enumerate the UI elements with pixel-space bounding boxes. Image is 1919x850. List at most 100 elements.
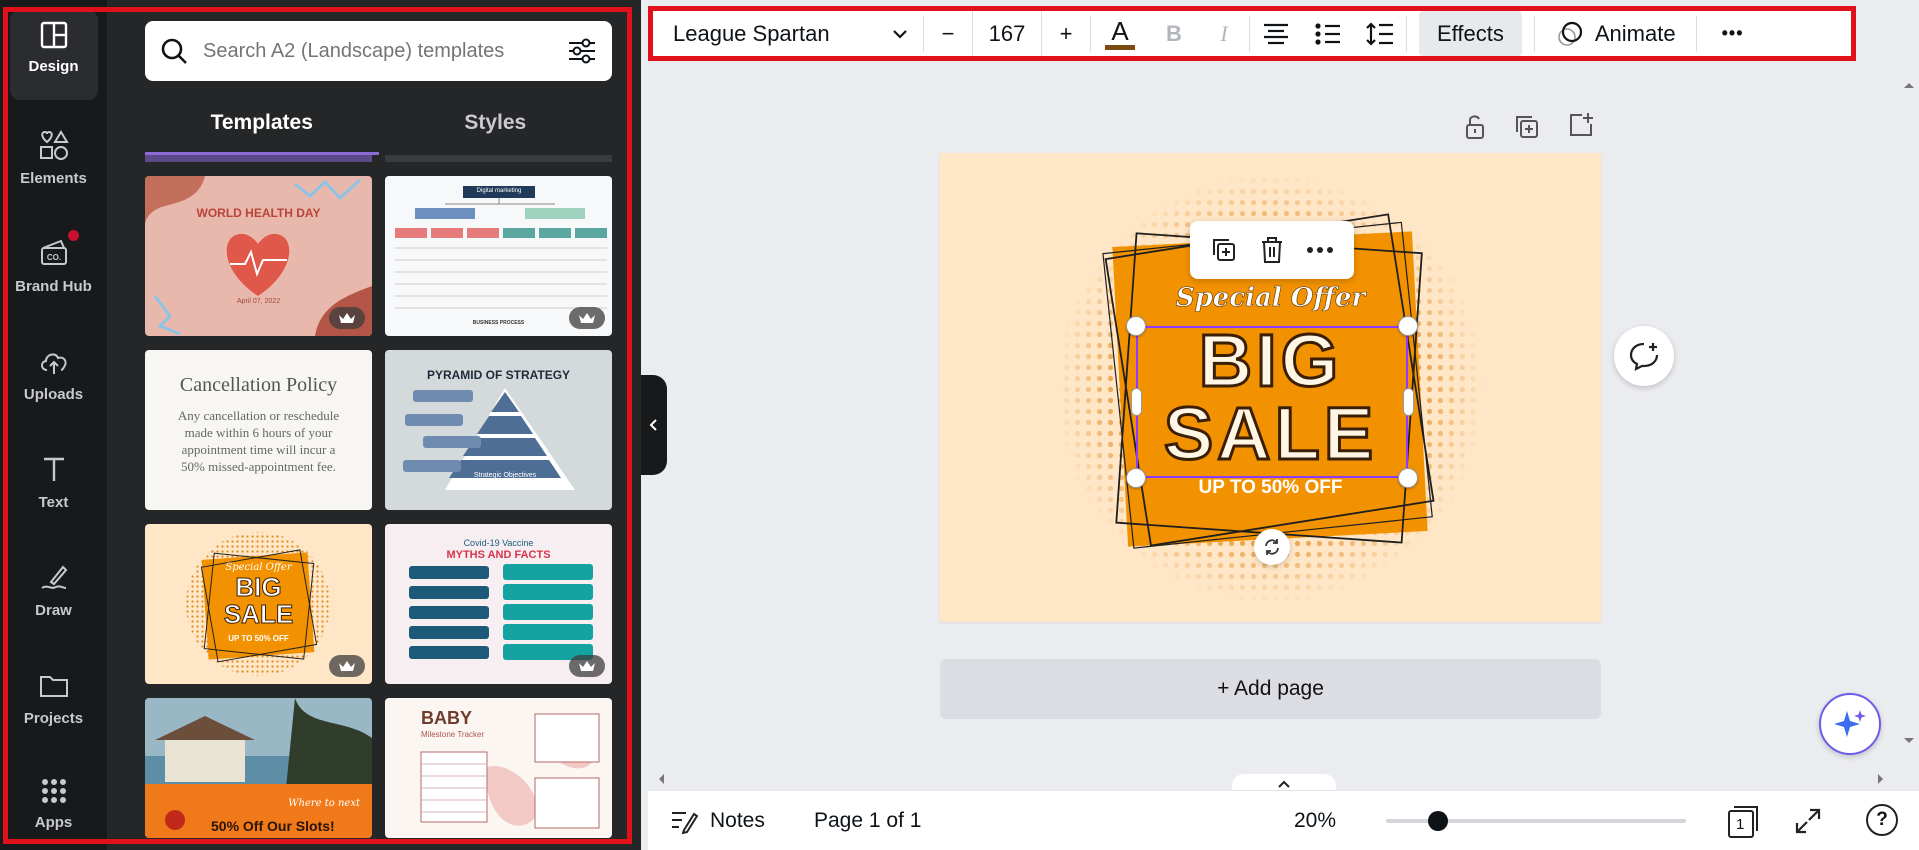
template-search-input[interactable] <box>203 39 566 63</box>
text-toolbar: League Spartan − 167 + A B I Effects Ani… <box>648 6 1856 61</box>
resize-handle-bottom-right[interactable] <box>1398 468 1418 488</box>
templates-panel: Templates Styles WORLD HEALTH DAY April … <box>107 0 641 850</box>
add-comment-button[interactable] <box>1614 326 1674 386</box>
notes-label: Notes <box>710 808 765 832</box>
template-subtitle: Where to next <box>288 798 360 809</box>
premium-crown-badge <box>329 307 365 329</box>
crown-icon <box>339 313 355 323</box>
grid-icon <box>41 779 66 803</box>
rail-label-projects: Projects <box>23 710 84 727</box>
search-icon <box>161 38 187 64</box>
decrease-font-size-button[interactable]: − <box>924 11 972 56</box>
rail-item-brand-hub[interactable]: CO. Brand Hub <box>0 222 107 322</box>
duplicate-page-button[interactable] <box>1512 112 1542 142</box>
rail-item-elements[interactable]: Elements <box>0 114 107 214</box>
text-color-button[interactable]: A <box>1091 11 1149 56</box>
animate-label: Animate <box>1594 20 1676 46</box>
rail-item-text[interactable]: Text <box>0 438 107 538</box>
rail-label-uploads: Uploads <box>23 386 84 403</box>
template-title: BIG SALE <box>223 572 294 629</box>
font-family-dropdown[interactable]: League Spartan <box>653 11 923 56</box>
chevron-up-icon <box>1278 780 1290 788</box>
crown-icon <box>579 661 595 671</box>
duplicate-icon[interactable] <box>1209 235 1239 265</box>
zoom-slider-thumb[interactable] <box>1428 811 1448 831</box>
resize-handle-top-left[interactable] <box>1126 316 1146 336</box>
rail-item-uploads[interactable]: Uploads <box>0 330 107 430</box>
template-subtitle: Milestone Tracker <box>421 730 485 739</box>
discount-text[interactable]: UP TO 50% OFF <box>940 477 1601 499</box>
template-subtitle: April 07, 2022 <box>236 298 281 305</box>
template-tile-pyramid-of-strategy[interactable]: PYRAMID OF STRATEGY Strategic Objectives <box>385 350 612 510</box>
template-thumbnail <box>145 698 372 838</box>
text-icon <box>43 457 64 481</box>
fullscreen-button[interactable] <box>1794 807 1822 841</box>
rail-label-brand-hub: Brand Hub <box>15 278 92 295</box>
template-tile-digital-marketing[interactable]: Digital marketing BUSINESS PROCESS <box>385 176 612 336</box>
rail-label-draw: Draw <box>35 602 72 619</box>
rail-item-design[interactable]: Design <box>0 6 107 106</box>
list-button[interactable] <box>1302 11 1354 56</box>
panel-tabs: Templates Styles <box>145 100 612 155</box>
special-offer-text[interactable]: Special Offer <box>940 283 1601 314</box>
animate-button[interactable]: Animate <box>1535 11 1696 56</box>
unlock-icon <box>1466 115 1484 139</box>
template-tile-baby-milestone[interactable]: BABY Milestone Tracker <box>385 698 612 838</box>
template-tile-beach-sale[interactable]: Where to next 50% Off Our Slots! <box>145 698 372 838</box>
template-title: Digital marketing <box>476 188 522 194</box>
help-button[interactable]: ? <box>1866 804 1898 836</box>
notes-button[interactable]: Notes <box>670 808 765 834</box>
big-text[interactable]: BIG <box>940 321 1601 400</box>
trash-icon[interactable] <box>1258 235 1286 265</box>
chevron-down-icon <box>893 29 907 39</box>
template-tile-cancellation-policy[interactable]: Cancellation Policy Any cancellation or … <box>145 350 372 510</box>
scroll-left-arrow-icon <box>659 774 664 784</box>
template-tag: UP TO 50% OFF <box>228 634 289 643</box>
text-color-label: A <box>1111 15 1129 46</box>
sale-text[interactable]: SALE <box>940 394 1601 473</box>
vertical-scrollbar[interactable] <box>1900 70 1918 790</box>
resize-handle-right[interactable] <box>1403 388 1414 416</box>
italic-button[interactable]: I <box>1199 11 1249 56</box>
chevron-left-icon <box>649 419 657 431</box>
zoom-slider[interactable] <box>1386 811 1686 831</box>
effects-button[interactable]: Effects <box>1419 11 1522 56</box>
resize-handle-left[interactable] <box>1131 388 1142 416</box>
lock-page-button[interactable] <box>1460 112 1490 142</box>
text-align-button[interactable] <box>1250 11 1302 56</box>
page-grid-button[interactable]: 1 <box>1726 803 1760 839</box>
tab-styles[interactable]: Styles <box>379 100 613 155</box>
font-size-input[interactable]: 167 <box>972 11 1042 56</box>
template-search-box[interactable] <box>145 21 612 81</box>
rail-label-text: Text <box>38 494 69 511</box>
template-subtitle: Covid-19 Vaccine <box>463 538 534 548</box>
template-tile-big-sale[interactable]: Special Offer BIG SALE UP TO 50% OFF <box>145 524 372 684</box>
rail-item-apps[interactable]: Apps <box>0 762 107 850</box>
tab-templates[interactable]: Templates <box>145 100 379 155</box>
resize-handle-bottom-left[interactable] <box>1126 468 1146 488</box>
template-tile-world-health-day[interactable]: WORLD HEALTH DAY April 07, 2022 <box>145 176 372 336</box>
page-indicator[interactable]: Page 1 of 1 <box>814 809 921 833</box>
increase-font-size-button[interactable]: + <box>1042 11 1090 56</box>
zoom-level[interactable]: 20% <box>1294 809 1336 833</box>
rail-item-draw[interactable]: Draw <box>0 546 107 646</box>
filter-sliders-icon[interactable] <box>566 35 598 67</box>
more-dots-icon[interactable] <box>1305 245 1335 255</box>
resize-handle-top-right[interactable] <box>1398 316 1418 336</box>
more-options-button[interactable]: ••• <box>1697 11 1769 56</box>
rotate-handle[interactable] <box>1254 529 1290 565</box>
collapse-panel-handle[interactable] <box>641 375 667 475</box>
scroll-down-arrow-icon <box>1904 738 1914 743</box>
animate-icon <box>1558 21 1582 46</box>
rail-item-projects[interactable]: Projects <box>0 654 107 754</box>
add-page-button[interactable]: + Add page <box>940 659 1601 719</box>
template-tile-covid-myths[interactable]: Covid-19 Vaccine MYTHS AND FACTS <box>385 524 612 684</box>
bullet-list-icon <box>1315 22 1340 45</box>
add-page-top-button[interactable] <box>1566 110 1596 140</box>
bold-button[interactable]: B <box>1149 11 1199 56</box>
spacing-button[interactable] <box>1354 11 1406 56</box>
shapes-icon <box>39 130 69 160</box>
crown-icon <box>339 661 355 671</box>
template-title: MYTHS AND FACTS <box>446 549 551 561</box>
magic-assistant-button[interactable] <box>1819 693 1881 755</box>
